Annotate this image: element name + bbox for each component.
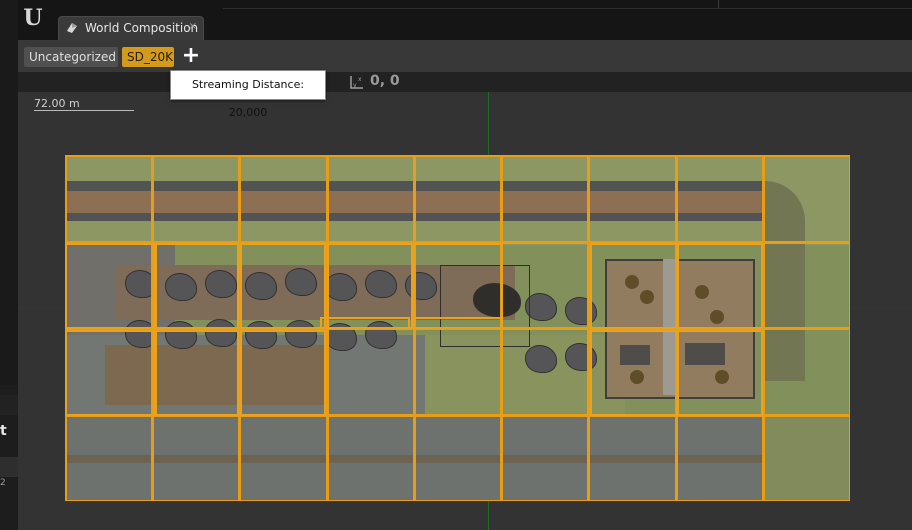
sublevel-tile[interactable] — [65, 243, 157, 329]
sublevel-tile[interactable] — [677, 243, 763, 329]
level-tile[interactable] — [326, 155, 415, 243]
viewport-header: x y 0, 0 — [18, 72, 912, 92]
level-tile[interactable] — [152, 414, 241, 501]
world-composition-icon — [67, 23, 77, 33]
level-tile[interactable] — [239, 155, 328, 243]
level-tile[interactable] — [65, 414, 154, 501]
left-panel-top — [0, 0, 18, 385]
level-tile[interactable] — [413, 328, 503, 416]
svg-text:y: y — [353, 82, 357, 89]
sublevel-tile[interactable] — [240, 243, 326, 329]
unreal-logo-icon[interactable]: U — [20, 5, 46, 31]
left-panel-label-2: 2 — [0, 478, 6, 488]
level-tile[interactable] — [413, 155, 503, 243]
level-tile[interactable] — [762, 155, 850, 243]
top-divider-mark — [718, 0, 719, 8]
close-icon[interactable]: × — [189, 16, 197, 38]
level-tile[interactable] — [501, 328, 590, 416]
level-tile[interactable] — [588, 414, 677, 501]
sublevel-tile[interactable] — [590, 243, 678, 329]
level-tile[interactable] — [675, 414, 764, 501]
level-tile[interactable] — [326, 414, 415, 501]
left-panel-dropdown[interactable] — [0, 457, 18, 477]
level-tile[interactable] — [239, 414, 328, 501]
sublevel-tile[interactable] — [590, 330, 678, 416]
top-divider — [223, 8, 912, 9]
sublevel-tile[interactable] — [320, 317, 410, 329]
level-map — [65, 155, 850, 501]
axis-icon: x y — [350, 76, 363, 89]
level-tile[interactable] — [152, 155, 241, 243]
sublevel-tile[interactable] — [65, 330, 157, 416]
world-viewport[interactable]: x y 0, 0 Streaming Distance: 20,000 72.0… — [18, 70, 912, 530]
streaming-distance-tooltip: Streaming Distance: 20,000 — [170, 70, 326, 119]
sublevel-tile[interactable] — [153, 243, 239, 329]
level-tile[interactable] — [501, 155, 590, 243]
add-layer-button[interactable]: + — [180, 45, 202, 68]
left-panel-label-t: t — [0, 423, 7, 439]
sublevel-tile[interactable] — [677, 330, 763, 416]
level-tile[interactable] — [65, 155, 154, 243]
tab-world-composition[interactable]: World Composition × — [58, 16, 204, 40]
level-tile[interactable] — [501, 414, 590, 501]
sublevel-tile[interactable] — [240, 330, 326, 416]
left-panel-section — [0, 395, 18, 415]
tab-label: World Composition — [85, 21, 199, 35]
level-tile[interactable] — [762, 328, 850, 416]
level-tile[interactable] — [762, 241, 850, 329]
scale-label: 72.00 m — [34, 97, 80, 110]
sd-20k-layer-button[interactable]: SD_20K — [122, 47, 174, 67]
left-editor-panel: t 2 — [0, 0, 19, 530]
level-tile[interactable] — [588, 155, 677, 243]
sublevel-tile[interactable] — [153, 330, 239, 416]
svg-text:x: x — [358, 76, 362, 83]
level-tile[interactable] — [762, 414, 850, 501]
level-tile[interactable] — [675, 155, 764, 243]
cursor-coordinates: 0, 0 — [370, 73, 400, 89]
level-tile[interactable] — [413, 414, 503, 501]
level-tile[interactable] — [501, 241, 590, 329]
layer-filter-bar: Uncategorized SD_20K + — [18, 40, 912, 72]
level-tile[interactable] — [326, 328, 415, 416]
uncategorized-layer-button[interactable]: Uncategorized — [24, 47, 118, 67]
title-bar: U World Composition × — [18, 0, 912, 40]
scale-bar — [34, 110, 134, 111]
sublevel-tile[interactable] — [413, 317, 503, 329]
